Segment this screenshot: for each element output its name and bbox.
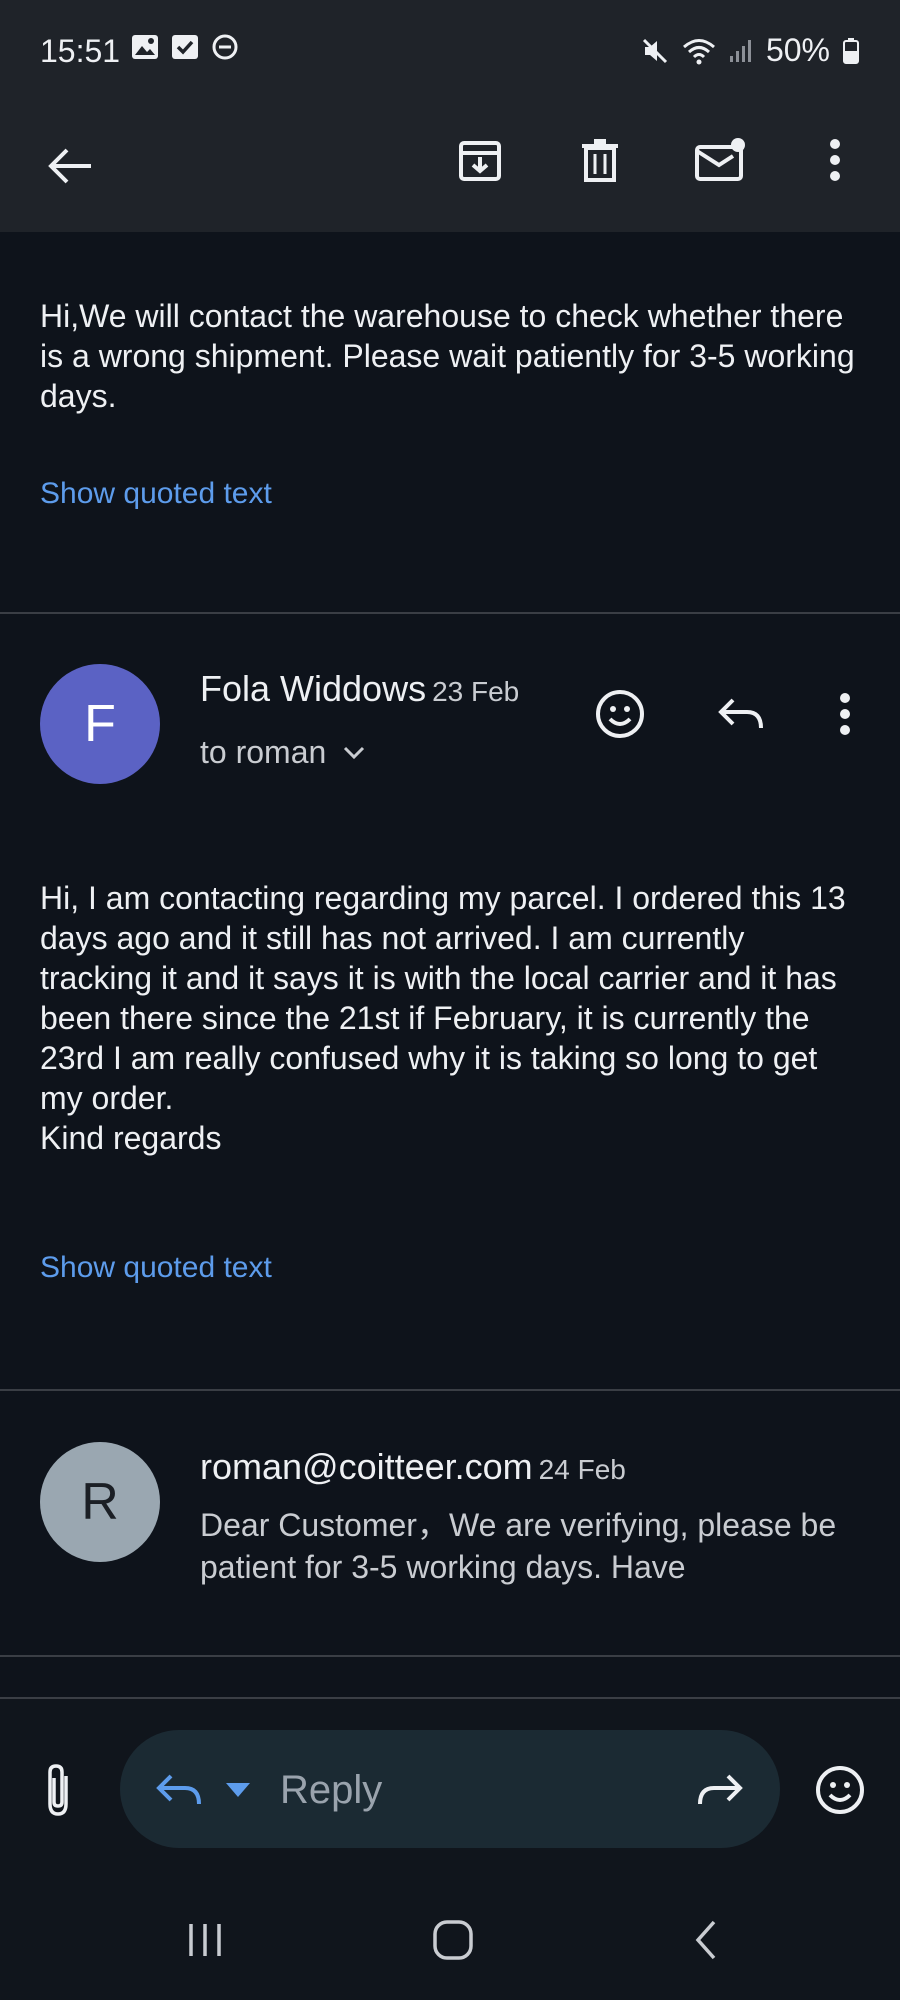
more-options-icon	[839, 692, 851, 736]
back-button[interactable]	[40, 136, 100, 196]
message-snippet: Dear Customer，We are verifying, please b…	[200, 1507, 837, 1585]
emoji-icon	[594, 688, 646, 740]
status-icons-left	[130, 32, 240, 62]
status-icons-right: 50%	[640, 32, 860, 69]
attach-button[interactable]	[34, 1760, 84, 1820]
reply-mode-button[interactable]	[150, 1762, 210, 1818]
delete-button[interactable]	[570, 130, 630, 190]
more-options-icon	[829, 138, 841, 182]
status-time: 15:51	[40, 33, 121, 69]
avatar-letter: F	[84, 695, 116, 753]
avatar-letter: R	[81, 1473, 119, 1531]
app-bar	[0, 100, 900, 232]
reply-icon	[155, 1770, 205, 1810]
mark-unread-button[interactable]	[690, 130, 750, 190]
message-body-2: Hi, I am contacting regarding my parcel.…	[40, 880, 846, 1156]
avatar[interactable]: F	[40, 664, 160, 784]
battery-percent: 50%	[765, 32, 830, 68]
wifi-icon	[682, 36, 716, 66]
archive-button[interactable]	[450, 130, 510, 190]
mute-icon	[640, 36, 670, 66]
divider	[0, 1389, 900, 1391]
signal-icon	[728, 36, 754, 66]
battery-icon	[842, 36, 860, 66]
message-date: 23 Feb	[432, 676, 520, 707]
status-bar: 15:51 50%	[0, 0, 900, 100]
reply-button[interactable]	[712, 684, 772, 744]
back-button[interactable]	[675, 1910, 735, 1970]
emoji-button[interactable]	[810, 1760, 870, 1820]
paperclip-icon	[44, 1762, 74, 1818]
divider	[0, 1697, 900, 1699]
chevron-down-icon	[342, 745, 366, 761]
forward-button[interactable]	[690, 1762, 750, 1818]
gallery-icon	[130, 32, 160, 62]
home-button[interactable]	[423, 1910, 483, 1970]
message-date: 24 Feb	[538, 1454, 626, 1485]
home-icon	[431, 1918, 475, 1962]
system-nav-bar	[0, 1880, 900, 2000]
reply-mode-dropdown[interactable]	[222, 1778, 254, 1802]
dropdown-triangle-icon	[225, 1782, 251, 1798]
sender-name-text: Fola Widdows	[200, 668, 427, 709]
chevron-left-icon	[690, 1918, 720, 1962]
forward-icon	[696, 1772, 744, 1808]
recent-apps-button[interactable]	[175, 1910, 235, 1970]
archive-icon	[457, 137, 503, 183]
dnd-icon	[210, 32, 240, 62]
divider	[0, 1655, 900, 1657]
recent-apps-icon	[185, 1920, 225, 1960]
sender-name[interactable]: Fola Widdows 23 Feb	[200, 668, 519, 710]
divider	[0, 612, 900, 614]
mark-unread-icon	[693, 137, 747, 183]
react-button[interactable]	[590, 684, 650, 744]
recipient-label: to roman	[200, 734, 327, 770]
show-quoted-text-2[interactable]: Show quoted text	[40, 1251, 272, 1285]
message-body-1: Hi,We will contact the warehouse to chec…	[40, 298, 864, 414]
avatar[interactable]: R	[40, 1442, 160, 1562]
emoji-icon	[814, 1764, 866, 1816]
checkbox-icon	[170, 32, 200, 62]
sender-name-text: roman@coitteer.com	[200, 1446, 533, 1487]
reply-icon	[717, 694, 767, 734]
more-options-button[interactable]	[815, 130, 855, 190]
reply-placeholder: Reply	[280, 1768, 383, 1812]
message-more-button[interactable]	[825, 684, 865, 744]
recipients-toggle[interactable]: to roman	[200, 734, 366, 771]
reply-field[interactable]	[120, 1730, 780, 1848]
delete-icon	[580, 137, 620, 183]
back-arrow-icon	[47, 146, 93, 186]
sender-name: roman@coitteer.com 24 Feb	[200, 1446, 626, 1488]
show-quoted-text-1[interactable]: Show quoted text	[40, 477, 272, 511]
